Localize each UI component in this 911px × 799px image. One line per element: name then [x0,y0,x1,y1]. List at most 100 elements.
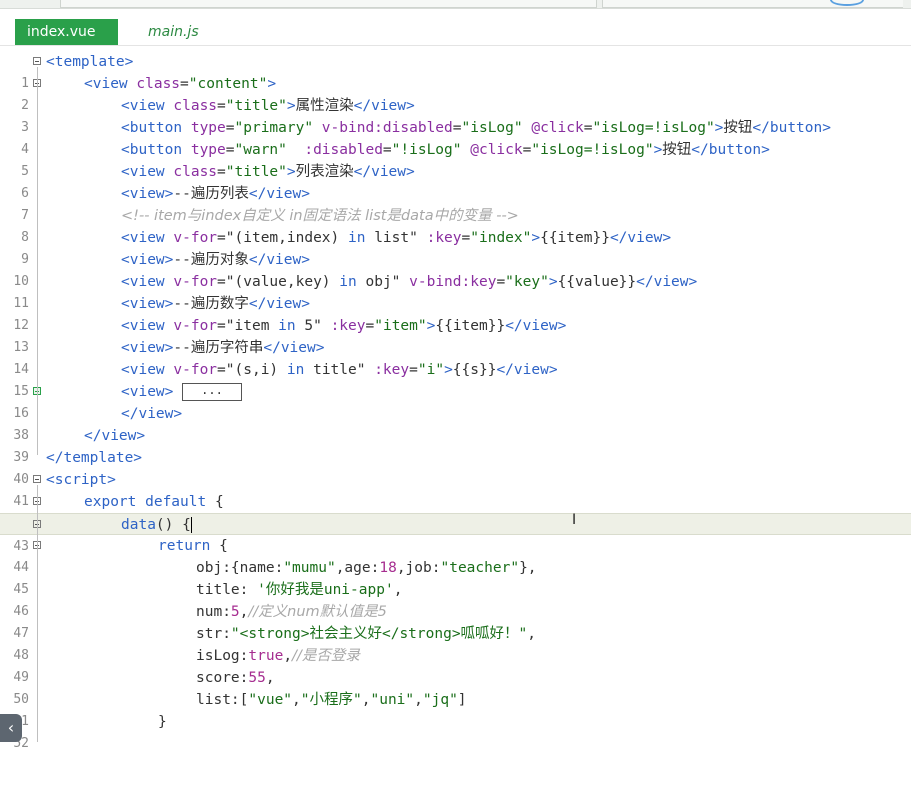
token: :key [417,230,462,246]
token: "teacher" [440,560,520,576]
code-editor[interactable]: 1 <template> 2 <view class="content"> 3 … [0,50,911,751]
token: ,job: [396,560,441,576]
token: obj" [356,274,401,290]
fold-guide [37,485,38,742]
token: = [225,120,235,136]
token: "!isLog" [391,142,462,158]
token: "key" [505,274,549,290]
code-line: 42 export default { [0,491,911,531]
token: , [283,648,293,664]
token: "index" [470,230,532,246]
fold-guide [37,67,38,455]
token: return [158,538,211,554]
token: "(item,index) [225,230,348,246]
code-line: 1 <template> [0,51,911,91]
token: title: [196,582,258,598]
token: "title" [225,164,287,180]
token: "小程序" [300,692,362,708]
token: isLog: [196,648,249,664]
code-line: 5 <button type="warn" :disabled="!isLog"… [0,139,911,179]
chevron-left-icon[interactable]: ‹ [0,714,22,742]
token: "vue" [248,692,293,708]
token: <view [121,230,174,246]
token: @click [461,142,523,158]
code-line: 47 num:5,//定义num默认值是5 [0,601,911,641]
token: </view> [248,252,310,268]
token: "content" [188,76,268,92]
token: </view> [263,340,325,356]
token: //是否登录 [292,648,360,664]
token: --遍历数字 [173,296,249,312]
token: :key [365,362,410,378]
token: --遍历列表 [173,186,249,202]
token: v-for [173,230,218,246]
folded-code-button[interactable]: ... [182,383,242,401]
token: ,age: [335,560,380,576]
token: "isLog=!isLog" [531,142,654,158]
token: v-for [173,318,218,334]
code-line: 14 <view>--遍历字符串</view> [0,337,911,377]
fold-collapse-icon[interactable] [33,57,41,65]
code-line: 9 <view v-for="(item,index) in list" :ke… [0,227,911,267]
token: </view> [353,98,415,114]
token: > [444,362,453,378]
token: --遍历字符串 [173,340,264,356]
token: <view [121,362,174,378]
token: <view [84,76,137,92]
code-line: 52 } [0,711,911,751]
token: //定义num默认值是5 [248,604,387,620]
token: {{value}} [557,274,637,290]
token: default [136,494,207,510]
token: () { [155,517,191,533]
token: </view> [121,406,183,422]
token: </button> [691,142,770,158]
code-line: 15 <view v-for="(s,i) in title" :key="i"… [0,359,911,399]
code-line: 41 <script> [0,469,911,509]
token: 属性渲染 [295,98,354,114]
token: ] [457,692,467,708]
token: = [217,318,226,334]
token: = [217,274,226,290]
token: export [84,494,137,510]
token: </view> [609,230,672,246]
token: = [217,164,226,180]
token: </view> [636,274,698,290]
token: { [210,538,228,554]
token: </view> [248,296,310,312]
token: "item" [374,318,427,334]
token: true [248,648,284,664]
token: "item [225,318,279,334]
code-line: 2 <view class="content"> [0,73,911,113]
token: <view [121,318,174,334]
code-line: 11 <view v-for="(value,key) in obj" v-bi… [0,271,911,311]
token: class [136,76,181,92]
text-caret [190,517,192,533]
token: "(s,i) [225,362,287,378]
code-line: 51 list:["vue","小程序","uni","jq"] [0,689,911,729]
token: <button [121,142,191,158]
tab-index-vue[interactable]: index.vue [15,19,118,45]
code-line: 46 title: '你好我是uni-app', [0,579,911,619]
token: in [348,230,366,246]
token: class [173,164,218,180]
token: :key [321,318,366,334]
tab-main-js[interactable]: main.js [148,19,199,45]
token: "<strong>社会主义好</strong>呱呱好！" [230,626,528,642]
token: </button> [752,120,831,136]
code-line: 8 <!-- item与index自定义 in固定语法 list是data中的变… [0,205,911,245]
token: @click [522,120,584,136]
token: = [225,142,235,158]
token: list:[ [196,692,249,708]
code-line: 40 </template> [0,447,911,487]
token: "isLog=!isLog" [592,120,715,136]
code-line: 45 obj:{name:"mumu",age:18,job:"teacher"… [0,557,911,597]
token: "(value,key) [225,274,340,290]
token: score: [196,670,249,686]
token: 按钮 [662,142,692,158]
token: type [190,142,226,158]
token: type [190,120,226,136]
fold-collapse-icon[interactable] [33,475,41,483]
token: }, [519,560,537,576]
token: <view> [121,252,174,268]
token: > [653,142,663,158]
